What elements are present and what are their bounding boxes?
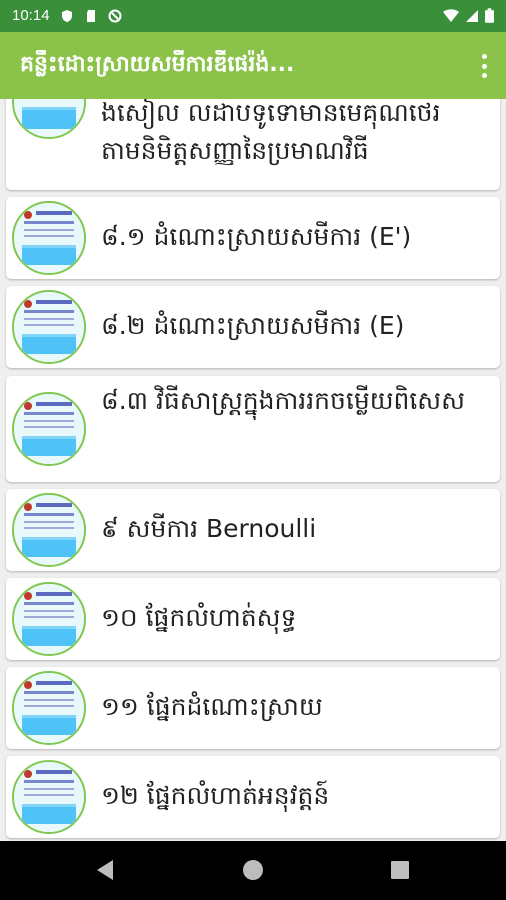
status-bar: 10:14 — [0, 0, 506, 32]
battery-icon — [485, 8, 494, 23]
lesson-thumbnail — [12, 201, 86, 275]
status-time: 10:14 — [12, 7, 50, 24]
list-item[interactable]: ៨.២ ដំណោះស្រាយសមីការ (E) — [6, 286, 500, 368]
list-item-label: ៩ សមីការ Bernoulli — [101, 514, 317, 543]
list-item[interactable]: ៨.៣ វិធីសាស្ត្រក្នុងការរកចម្លើយពិសេស — [6, 376, 500, 482]
lesson-thumbnail — [12, 493, 86, 567]
lesson-thumbnail — [12, 760, 86, 834]
lesson-list[interactable]: ងសៀល លដាបទូទោមានមេគុណថេរ តាមនិមិត្តសញ្ញា… — [0, 99, 506, 841]
lesson-thumbnail — [12, 392, 86, 466]
list-item-label: ១១ ផ្នែកដំណោះស្រាយ — [101, 692, 323, 721]
lesson-thumbnail — [12, 290, 86, 364]
no-sync-icon — [108, 9, 122, 22]
back-icon[interactable] — [95, 859, 115, 881]
list-item[interactable]: ១២ ផ្នែកលំហាត់អនុវត្តន៍ — [6, 756, 500, 838]
list-item-label: ១០ ផ្នែកលំហាត់សុទ្ធ — [101, 603, 297, 632]
sd-card-icon — [86, 9, 95, 22]
list-item-label: ១២ ផ្នែកលំហាត់អនុវត្តន៍ — [101, 781, 330, 810]
list-item-label: ៨.២ ដំណោះស្រាយសមីការ (E) — [101, 311, 405, 340]
home-icon[interactable] — [242, 859, 264, 881]
app-bar: គន្លឹះដោះស្រាយសមីការឌីផេរ៉ង់... — [0, 32, 506, 99]
signal-icon — [466, 9, 478, 22]
list-item[interactable]: ៩ សមីការ Bernoulli — [6, 489, 500, 571]
list-item[interactable]: ១១ ផ្នែកដំណោះស្រាយ — [6, 667, 500, 749]
list-item[interactable]: ងសៀល លដាបទូទោមានមេគុណថេរ តាមនិមិត្តសញ្ញា… — [6, 99, 500, 190]
lesson-thumbnail — [12, 582, 86, 656]
status-left: 10:14 — [12, 7, 122, 24]
recents-icon[interactable] — [391, 861, 409, 879]
wifi-icon — [443, 8, 459, 22]
lesson-thumbnail — [12, 671, 86, 745]
navigation-bar — [0, 841, 506, 900]
list-item[interactable]: ៨.១ ដំណោះស្រាយសមីការ (E') — [6, 197, 500, 279]
list-item-label: ៨.១ ដំណោះស្រាយសមីការ (E') — [101, 222, 412, 251]
app-title: គន្លឹះដោះស្រាយសមីការឌីផេរ៉ង់... — [20, 52, 295, 77]
status-right — [443, 8, 494, 23]
shield-icon — [61, 9, 72, 22]
lesson-thumbnail — [12, 99, 86, 139]
more-vert-icon[interactable] — [480, 54, 488, 78]
list-item[interactable]: ១០ ផ្នែកលំហាត់សុទ្ធ — [6, 578, 500, 660]
list-item-label: ងសៀល លដាបទូទោមានមេគុណថេរ តាមនិមិត្តសញ្ញា… — [101, 99, 441, 165]
list-item-label: ៨.៣ វិធីសាស្ត្រក្នុងការរកចម្លើយពិសេស — [101, 386, 465, 415]
